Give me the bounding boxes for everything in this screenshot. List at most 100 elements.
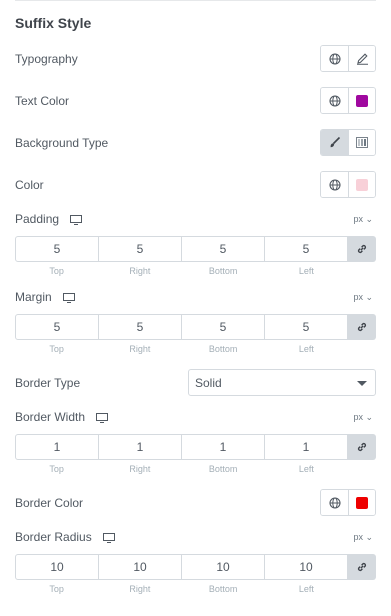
padding-link-button[interactable] <box>348 236 376 262</box>
border-width-dimensions: 1 1 1 1 <box>15 434 376 460</box>
global-button[interactable] <box>321 88 348 113</box>
background-color-picker[interactable] <box>348 172 375 197</box>
margin-link-button[interactable] <box>348 314 376 340</box>
global-button[interactable] <box>321 490 348 515</box>
border-radius-label: Border Radius <box>15 530 116 544</box>
border-width-link-button[interactable] <box>348 434 376 460</box>
background-type-label: Background Type <box>15 136 109 150</box>
color-swatch <box>356 496 368 509</box>
link-icon <box>357 442 367 452</box>
border-color-controls <box>320 489 376 516</box>
globe-icon <box>328 52 341 65</box>
border-radius-top-input[interactable]: 10 <box>15 554 99 580</box>
padding-label: Padding <box>15 212 83 226</box>
margin-left-input[interactable]: 5 <box>265 314 348 340</box>
border-radius-link-button[interactable] <box>348 554 376 580</box>
color-swatch <box>356 94 368 107</box>
border-width-bottom-input[interactable]: 1 <box>182 434 265 460</box>
padding-left-input[interactable]: 5 <box>265 236 348 262</box>
caret-down-icon <box>357 381 367 386</box>
text-color-controls <box>320 87 376 114</box>
margin-label-text: Margin <box>15 290 52 304</box>
padding-dimensions: 5 5 5 5 <box>15 236 376 262</box>
margin-dimension-labels: Top Right Bottom Left <box>15 344 348 354</box>
border-width-left-input[interactable]: 1 <box>265 434 348 460</box>
border-width-dimension-labels: Top Right Bottom Left <box>15 464 348 474</box>
border-radius-bottom-input[interactable]: 10 <box>182 554 265 580</box>
background-classic-button[interactable] <box>321 130 348 155</box>
dim-label-left: Left <box>298 464 314 474</box>
dim-label-right: Right <box>129 266 151 276</box>
globe-icon <box>328 496 341 509</box>
desktop-icon[interactable] <box>103 532 116 543</box>
link-icon <box>357 322 367 332</box>
global-button[interactable] <box>321 46 348 71</box>
text-color-picker[interactable] <box>348 88 375 113</box>
border-type-value: Solid <box>195 375 222 390</box>
dim-label-top: Top <box>49 344 64 354</box>
color-swatch <box>356 178 368 191</box>
border-width-top-input[interactable]: 1 <box>15 434 99 460</box>
border-type-select[interactable]: Solid <box>188 369 376 396</box>
padding-unit-selector[interactable]: px ⌄ <box>353 214 373 225</box>
typography-label: Typography <box>15 52 78 66</box>
border-width-label: Border Width <box>15 410 109 424</box>
padding-top-input[interactable]: 5 <box>15 236 99 262</box>
dim-label-bottom: Bottom <box>208 464 238 474</box>
dim-label-top: Top <box>49 584 64 594</box>
padding-label-text: Padding <box>15 212 60 226</box>
border-width-label-text: Border Width <box>15 410 86 424</box>
dim-label-right: Right <box>129 344 151 354</box>
dim-label-top: Top <box>49 266 64 276</box>
margin-right-input[interactable]: 5 <box>99 314 182 340</box>
border-radius-dimensions: 10 10 10 10 <box>15 554 376 580</box>
desktop-icon[interactable] <box>96 412 109 423</box>
gradient-icon <box>356 137 368 148</box>
padding-unit: px <box>353 214 363 224</box>
link-icon <box>357 562 367 572</box>
dim-label-bottom: Bottom <box>208 266 238 276</box>
global-button[interactable] <box>321 172 348 197</box>
section-title: Suffix Style <box>15 15 92 31</box>
background-gradient-button[interactable] <box>348 130 375 155</box>
padding-right-input[interactable]: 5 <box>99 236 182 262</box>
desktop-icon[interactable] <box>63 292 76 303</box>
dim-label-right: Right <box>129 464 151 474</box>
border-color-picker[interactable] <box>348 490 375 515</box>
color-label: Color <box>15 178 44 192</box>
margin-unit-selector[interactable]: px ⌄ <box>353 292 373 303</box>
border-radius-label-text: Border Radius <box>15 530 92 544</box>
border-radius-dimension-labels: Top Right Bottom Left <box>15 584 348 594</box>
background-type-controls <box>320 129 376 156</box>
padding-bottom-input[interactable]: 5 <box>182 236 265 262</box>
border-radius-right-input[interactable]: 10 <box>99 554 182 580</box>
edit-typography-button[interactable] <box>348 46 375 71</box>
border-radius-unit-selector[interactable]: px ⌄ <box>353 532 373 543</box>
dim-label-left: Left <box>298 344 314 354</box>
margin-unit: px <box>353 292 363 302</box>
dim-label-left: Left <box>298 584 314 594</box>
border-width-unit: px <box>353 412 363 422</box>
section-divider <box>15 0 376 1</box>
dim-label-bottom: Bottom <box>208 344 238 354</box>
text-color-label: Text Color <box>15 94 70 108</box>
margin-bottom-input[interactable]: 5 <box>182 314 265 340</box>
border-radius-unit: px <box>353 532 363 542</box>
margin-dimensions: 5 5 5 5 <box>15 314 376 340</box>
color-controls <box>320 171 376 198</box>
border-width-unit-selector[interactable]: px ⌄ <box>353 412 373 423</box>
globe-icon <box>328 178 341 191</box>
dim-label-right: Right <box>129 584 151 594</box>
margin-top-input[interactable]: 5 <box>15 314 99 340</box>
dim-label-bottom: Bottom <box>208 584 238 594</box>
padding-dimension-labels: Top Right Bottom Left <box>15 266 348 276</box>
border-width-right-input[interactable]: 1 <box>99 434 182 460</box>
brush-icon <box>330 136 341 148</box>
border-type-label: Border Type <box>15 376 81 390</box>
border-radius-left-input[interactable]: 10 <box>265 554 348 580</box>
dim-label-top: Top <box>49 464 64 474</box>
globe-icon <box>328 94 341 107</box>
margin-label: Margin <box>15 290 76 304</box>
pencil-icon <box>356 53 368 65</box>
desktop-icon[interactable] <box>70 214 83 225</box>
